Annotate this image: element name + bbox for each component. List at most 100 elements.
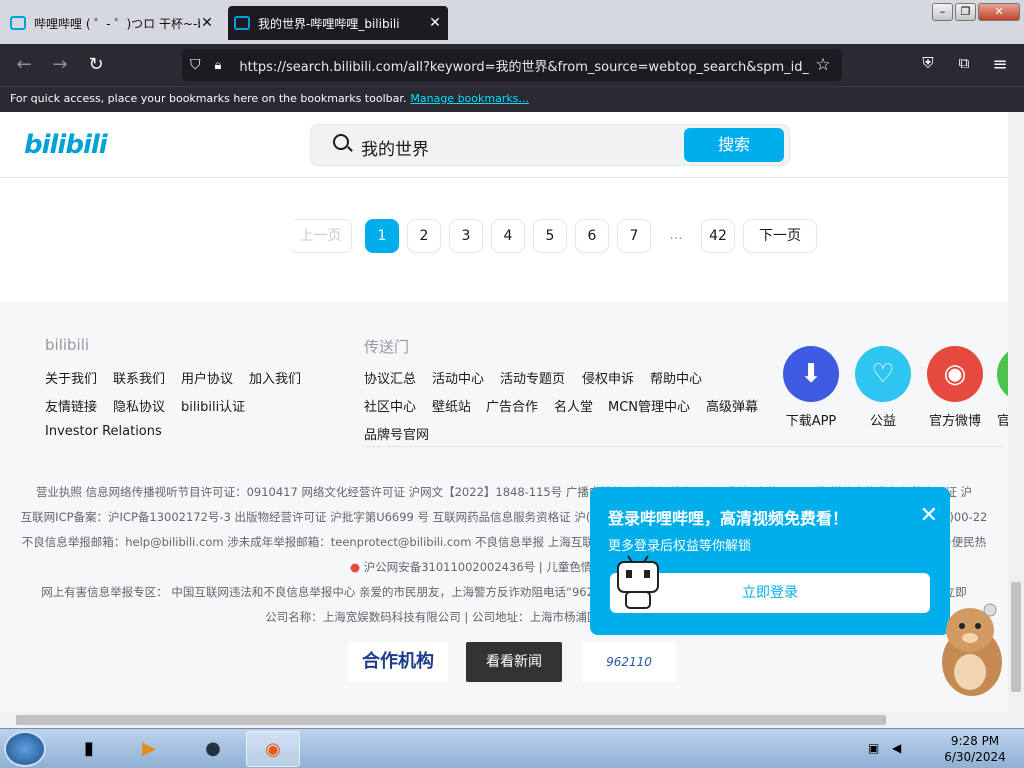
footer-link[interactable]: 帮助中心 — [650, 368, 702, 387]
vertical-scrollbar[interactable] — [1008, 112, 1024, 712]
footer-link[interactable]: 品牌号官网 — [364, 424, 429, 443]
scroll-thumb[interactable] — [16, 715, 886, 725]
back-arrow-icon[interactable]: ← — [12, 54, 36, 75]
next-page-button[interactable]: 下一页 — [743, 219, 817, 253]
shield-icon[interactable]: ⛉ — [190, 57, 201, 73]
windows-taskbar: ▮ ▶ ● ◉ ▣ ◀ 9:28 PM 6/30/2024 — [0, 728, 1024, 768]
pocket-icon[interactable]: ⛨ — [916, 54, 940, 72]
footer-link[interactable]: 关于我们 — [45, 368, 97, 387]
footer-col-bilibili-title: bilibili — [45, 336, 90, 354]
close-window-button[interactable]: ✕ — [978, 3, 1020, 21]
horizontal-scrollbar[interactable] — [0, 712, 1024, 728]
browser-tab-bar: 哔哩哔哩 ( ゜- ゜)つロ 干杯~-bil ✕ 我的世界-哔哩哔哩_bilib… — [0, 0, 1024, 44]
footer-link[interactable]: 活动专题页 — [500, 368, 565, 387]
footer-link[interactable]: 壁纸站 — [432, 396, 471, 415]
footer-link[interactable]: 活动中心 — [432, 368, 484, 387]
scroll-thumb[interactable] — [1011, 582, 1021, 692]
close-icon[interactable]: ✕ — [920, 503, 938, 528]
page-button-42[interactable]: 42 — [701, 219, 735, 253]
official-icon — [997, 346, 1008, 402]
popup-title: 登录哔哩哔哩，高清视频免费看！ — [608, 509, 849, 528]
partner-logo[interactable]: 看看新闻 — [466, 642, 562, 682]
footer-link[interactable]: 社区中心 — [364, 396, 416, 415]
clock-date: 6/30/2024 — [944, 750, 1006, 764]
footer-divider — [364, 446, 1004, 447]
window-controls: – ❐ ✕ — [932, 3, 1020, 21]
footer-link[interactable]: 名人堂 — [554, 396, 593, 415]
media-player-icon[interactable]: ▶ — [122, 731, 176, 767]
taskbar-clock[interactable]: 9:28 PM 6/30/2024 — [935, 733, 1015, 765]
partner-logo[interactable]: 合作机构 — [348, 642, 448, 682]
forward-arrow-icon[interactable]: → — [48, 54, 72, 75]
footer-link[interactable]: 用户协议 — [181, 368, 233, 387]
navigation-toolbar: ← → ↻ ⛉ 🔒︎ https://search.bilibili.com/a… — [0, 44, 1024, 86]
page-ellipsis: ... — [659, 219, 693, 253]
tray-network-icon[interactable]: ▣ — [868, 741, 879, 755]
page-button-6[interactable]: 6 — [575, 219, 609, 253]
footer-link[interactable]: 联系我们 — [113, 368, 165, 387]
search-input[interactable]: 我的世界 — [361, 135, 429, 160]
bilibili-logo[interactable]: bilibili — [24, 130, 108, 160]
start-button[interactable] — [4, 731, 46, 767]
manage-bookmarks-link[interactable]: Manage bookmarks... — [410, 92, 529, 105]
footer-link[interactable]: bilibili认证 — [181, 396, 245, 415]
extensions-icon[interactable]: ⧉ — [952, 54, 976, 72]
bookmark-star-icon[interactable]: ☆ — [815, 55, 830, 75]
app-label: 公益 — [869, 414, 896, 429]
page-button-5[interactable]: 5 — [533, 219, 567, 253]
maximize-button[interactable]: ❐ — [955, 3, 976, 21]
page-button-3[interactable]: 3 — [449, 219, 483, 253]
firefox-icon[interactable]: ◉ — [246, 731, 300, 767]
footer-link[interactable]: 高级弹幕 — [706, 396, 758, 415]
heart-hand-icon: ♡ — [855, 346, 911, 402]
url-text[interactable]: https://search.bilibili.com/all?keyword=… — [239, 56, 809, 75]
tab-title: 哔哩哔哩 ( ゜- ゜)つロ 干杯~-bil — [34, 16, 200, 31]
minimize-button[interactable]: – — [932, 3, 953, 21]
footer-link[interactable]: 隐私协议 — [113, 396, 165, 415]
charity-link[interactable]: ♡ 公益 — [853, 346, 913, 429]
tab-search-results[interactable]: 我的世界-哔哩哔哩_bilibili ✕ — [228, 6, 448, 40]
close-tab-icon[interactable]: ✕ — [200, 15, 214, 31]
search-button[interactable]: 搜索 — [684, 128, 784, 162]
page-button-2[interactable]: 2 — [407, 219, 441, 253]
police-badge-icon: ● — [350, 560, 361, 574]
hamster-image — [942, 603, 1002, 696]
prev-page-button[interactable]: 上一页 — [290, 219, 352, 253]
globe-icon[interactable]: ● — [186, 731, 240, 767]
taskbar-app-icon[interactable]: ▮ — [62, 731, 116, 767]
popup-subtitle: 更多登录后权益等你解锁 — [608, 539, 752, 554]
app-label: 下载APP — [785, 414, 837, 429]
app-label: 官方微博 — [928, 414, 981, 429]
tab-bilibili-home[interactable]: 哔哩哔哩 ( ゜- ゜)つロ 干杯~-bil ✕ — [4, 6, 220, 40]
footer-link[interactable]: 友情链接 — [45, 396, 97, 415]
footer-link[interactable]: Investor Relations — [45, 424, 162, 439]
footer-link[interactable]: 侵权申诉 — [582, 368, 634, 387]
bookmarks-toolbar: For quick access, place your bookmarks h… — [0, 86, 1024, 112]
reload-icon[interactable]: ↻ — [84, 54, 108, 75]
page-button-4[interactable]: 4 — [491, 219, 525, 253]
footer-link[interactable]: 广告合作 — [486, 396, 538, 415]
lock-icon[interactable]: 🔒︎ — [215, 58, 222, 73]
tab-title: 我的世界-哔哩哔哩_bilibili — [258, 16, 400, 31]
footer-link[interactable]: 加入我们 — [249, 368, 301, 387]
site-header: bilibili 我的世界 搜索 — [0, 112, 1008, 178]
tray-volume-icon[interactable]: ◀ — [892, 741, 901, 755]
weibo-link[interactable]: ◉ 官方微博 — [925, 346, 985, 429]
download-app-link[interactable]: ⬇ 下载APP — [781, 346, 841, 429]
footer-link[interactable]: MCN管理中心 — [608, 396, 690, 415]
menu-icon[interactable]: ≡ — [988, 54, 1012, 75]
weibo-icon: ◉ — [927, 346, 983, 402]
tv-mascot-icon — [617, 555, 659, 609]
partner-logo[interactable]: 962110 — [582, 642, 676, 682]
bookmarks-hint: For quick access, place your bookmarks h… — [10, 92, 407, 105]
bilibili-tab-icon — [10, 16, 26, 30]
footer-link[interactable]: 协议汇总 — [364, 368, 416, 387]
system-tray[interactable]: ▣ ◀ — [862, 731, 932, 767]
page-button-7[interactable]: 7 — [617, 219, 651, 253]
close-tab-icon[interactable]: ✕ — [428, 15, 442, 31]
footer-col-portal-title: 传送门 — [364, 338, 410, 356]
clock-time: 9:28 PM — [950, 734, 1000, 748]
address-bar[interactable]: ⛉ 🔒︎ https://search.bilibili.com/all?key… — [182, 49, 842, 81]
page-button-1[interactable]: 1 — [365, 219, 399, 253]
official-link[interactable]: 官 — [997, 346, 1008, 429]
